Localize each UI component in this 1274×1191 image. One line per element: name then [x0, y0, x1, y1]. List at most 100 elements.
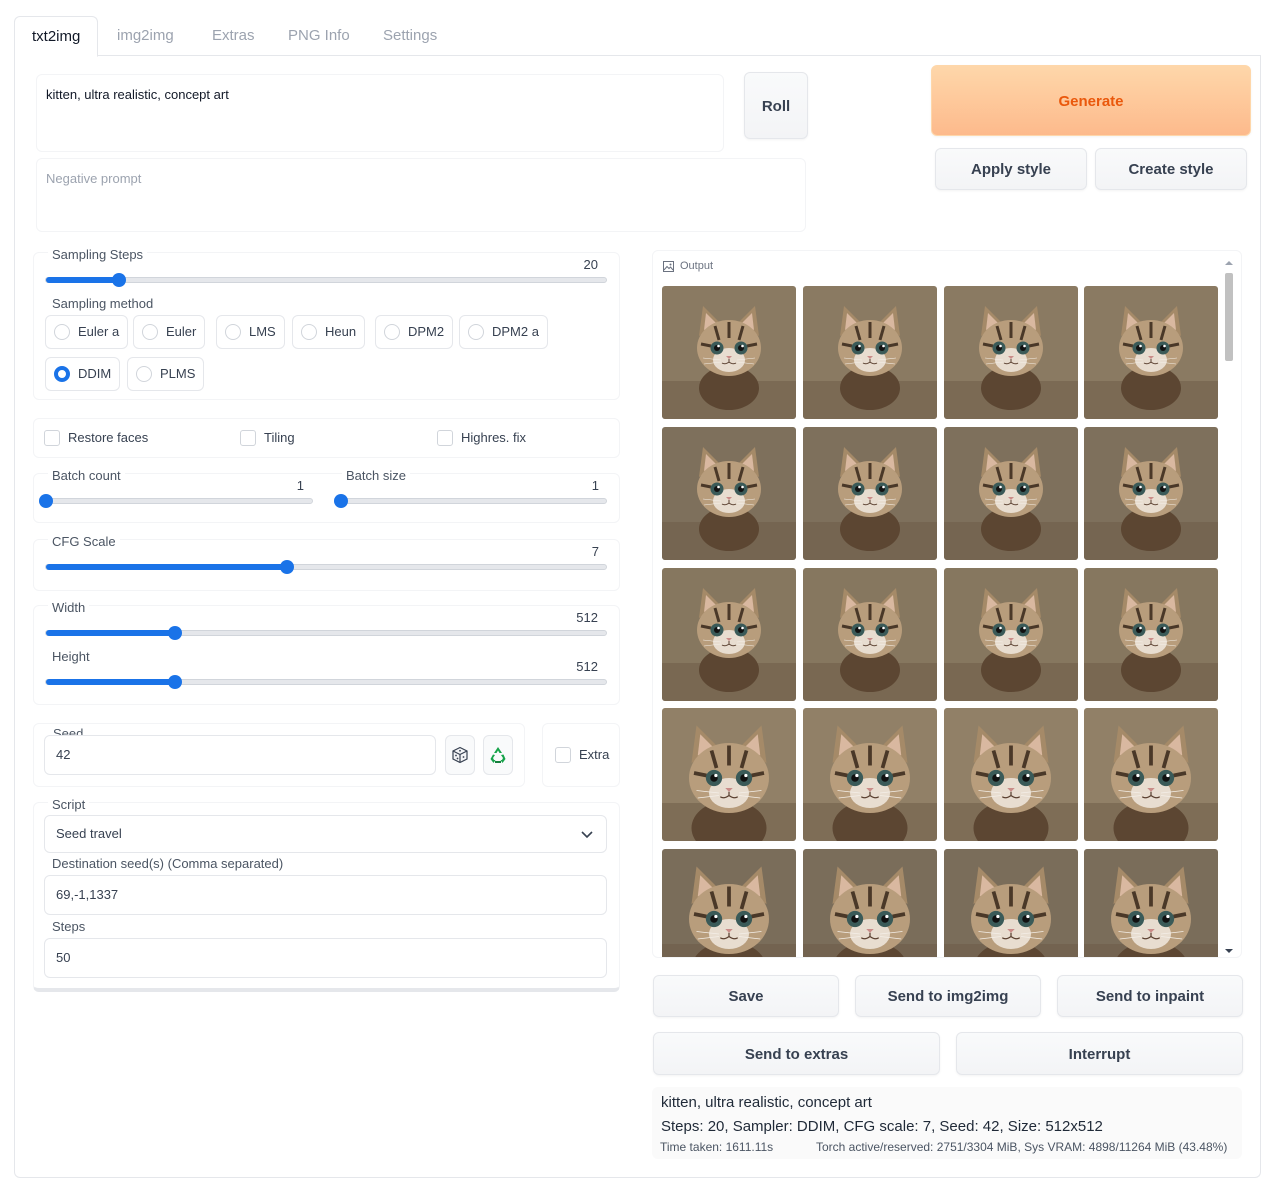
- radio-dot: [54, 366, 70, 382]
- slider-thumb[interactable]: [334, 494, 348, 508]
- scroll-thumb[interactable]: [1225, 273, 1233, 361]
- radio-dot: [54, 324, 70, 340]
- create-style-button[interactable]: Create style: [1095, 148, 1247, 190]
- gallery-thumbnail[interactable]: [803, 708, 937, 841]
- generate-button[interactable]: Generate: [931, 65, 1251, 136]
- scroll-up-icon[interactable]: [1223, 259, 1235, 267]
- gallery-scrollbar[interactable]: [1223, 259, 1235, 955]
- script-select[interactable]: Seed travel: [44, 815, 607, 853]
- gallery-thumbnail[interactable]: [662, 568, 796, 701]
- tab-settings[interactable]: Settings: [366, 16, 454, 56]
- radio-dpm2[interactable]: DPM2: [375, 315, 454, 349]
- width-slider[interactable]: [45, 626, 607, 640]
- height-slider[interactable]: [45, 675, 607, 689]
- apply-style-button[interactable]: Apply style: [935, 148, 1087, 190]
- gallery-thumbnail[interactable]: [662, 286, 796, 419]
- tiling-checkbox[interactable]: Tiling: [240, 430, 295, 446]
- radio-plms[interactable]: PLMS: [127, 357, 205, 391]
- gallery-thumbnail[interactable]: [803, 568, 937, 701]
- radio-euler-a[interactable]: Euler a: [45, 315, 129, 349]
- gallery-thumbnail[interactable]: [662, 427, 796, 560]
- slider-thumb[interactable]: [167, 626, 182, 640]
- output-label: Output: [663, 260, 713, 272]
- gallery-thumbnail[interactable]: [1084, 849, 1218, 957]
- tab-extras[interactable]: Extras: [195, 16, 272, 56]
- gallery-thumbnail[interactable]: [1084, 427, 1218, 560]
- width-value[interactable]: 512: [560, 610, 598, 625]
- cfg-scale-slider[interactable]: [45, 560, 607, 574]
- highres-fix-checkbox[interactable]: Highres. fix: [437, 430, 526, 446]
- random-seed-button[interactable]: [445, 735, 475, 775]
- radio-heun[interactable]: Heun: [292, 315, 366, 349]
- sampling-steps-value[interactable]: 20: [560, 257, 598, 272]
- radio-label: LMS: [249, 324, 276, 339]
- gallery-thumbnail[interactable]: [944, 286, 1078, 419]
- kitten-image: [803, 286, 937, 419]
- image-icon: [663, 260, 674, 272]
- send-to-inpaint-button[interactable]: Send to inpaint: [1057, 975, 1243, 1017]
- checkbox-box[interactable]: [240, 430, 256, 446]
- restore-faces-checkbox[interactable]: Restore faces: [44, 430, 148, 446]
- batch-count-slider[interactable]: [39, 494, 313, 508]
- gallery-thumbnail[interactable]: [803, 849, 937, 957]
- tab-png-info[interactable]: PNG Info: [271, 16, 367, 56]
- width-label: Width: [48, 600, 90, 615]
- extra-checkbox[interactable]: Extra: [555, 747, 609, 763]
- cfg-scale-value[interactable]: 7: [565, 544, 599, 559]
- slider-thumb[interactable]: [167, 675, 182, 689]
- scroll-down-icon[interactable]: [1223, 947, 1235, 955]
- destination-seeds-input[interactable]: 69,-1,1337: [44, 875, 607, 915]
- send-to-extras-button[interactable]: Send to extras: [653, 1032, 940, 1075]
- radio-lms[interactable]: LMS: [216, 315, 285, 349]
- gallery-thumbnail[interactable]: [944, 568, 1078, 701]
- gallery-thumbnail[interactable]: [662, 849, 796, 957]
- batch-count-value[interactable]: 1: [270, 478, 304, 493]
- reuse-seed-button[interactable]: [483, 735, 513, 775]
- gallery-thumbnail[interactable]: [803, 427, 937, 560]
- sampling-steps-slider[interactable]: [45, 273, 607, 287]
- radio-dot: [468, 324, 484, 340]
- interrupt-button[interactable]: Interrupt: [956, 1032, 1243, 1075]
- seed-input[interactable]: 42: [44, 735, 436, 775]
- height-value[interactable]: 512: [560, 659, 598, 674]
- slider-thumb[interactable]: [111, 273, 126, 287]
- dimensions-panel: [33, 605, 620, 705]
- gallery-thumbnail[interactable]: [662, 708, 796, 841]
- save-button[interactable]: Save: [653, 975, 839, 1017]
- batch-size-label: Batch size: [342, 468, 410, 483]
- kitten-image: [803, 568, 937, 701]
- checkbox-box[interactable]: [44, 430, 60, 446]
- batch-size-value[interactable]: 1: [565, 478, 599, 493]
- checkbox-label: Tiling: [264, 430, 295, 445]
- radio-label: PLMS: [160, 366, 196, 381]
- prompt-textarea[interactable]: kitten, ultra realistic, concept art: [36, 74, 724, 152]
- gallery-thumbnail[interactable]: [944, 427, 1078, 560]
- tab-txt2img[interactable]: txt2img: [14, 16, 99, 57]
- radio-ddim[interactable]: DDIM: [45, 357, 121, 391]
- gallery-thumbnail[interactable]: [944, 849, 1078, 957]
- checkbox-box[interactable]: [555, 747, 571, 763]
- batch-size-slider[interactable]: [334, 494, 607, 508]
- send-to-img2img-button[interactable]: Send to img2img: [855, 975, 1041, 1017]
- radio-euler[interactable]: Euler: [133, 315, 206, 349]
- roll-button[interactable]: Roll: [744, 72, 808, 139]
- tab-img2img[interactable]: img2img: [100, 16, 191, 56]
- radio-dot: [384, 324, 400, 340]
- kitten-image: [944, 568, 1078, 701]
- gallery-thumbnail[interactable]: [1084, 708, 1218, 841]
- gallery-thumbnail[interactable]: [1084, 568, 1218, 701]
- steps-input[interactable]: 50: [44, 938, 607, 978]
- gallery-thumbnail[interactable]: [1084, 286, 1218, 419]
- tab-bar: txt2img img2img Extras PNG Info Settings: [14, 16, 1261, 57]
- gallery-thumbnail[interactable]: [803, 286, 937, 419]
- negative-prompt-textarea[interactable]: Negative prompt: [36, 158, 806, 232]
- slider-thumb[interactable]: [279, 560, 294, 574]
- recycle-icon: [490, 747, 506, 763]
- radio-dot: [225, 324, 241, 340]
- checkbox-box[interactable]: [437, 430, 453, 446]
- slider-thumb[interactable]: [39, 494, 53, 508]
- kitten-image: [1084, 568, 1218, 701]
- sampling-method-label: Sampling method: [48, 296, 158, 311]
- gallery-thumbnail[interactable]: [944, 708, 1078, 841]
- radio-dpm2-a[interactable]: DPM2 a: [459, 315, 548, 349]
